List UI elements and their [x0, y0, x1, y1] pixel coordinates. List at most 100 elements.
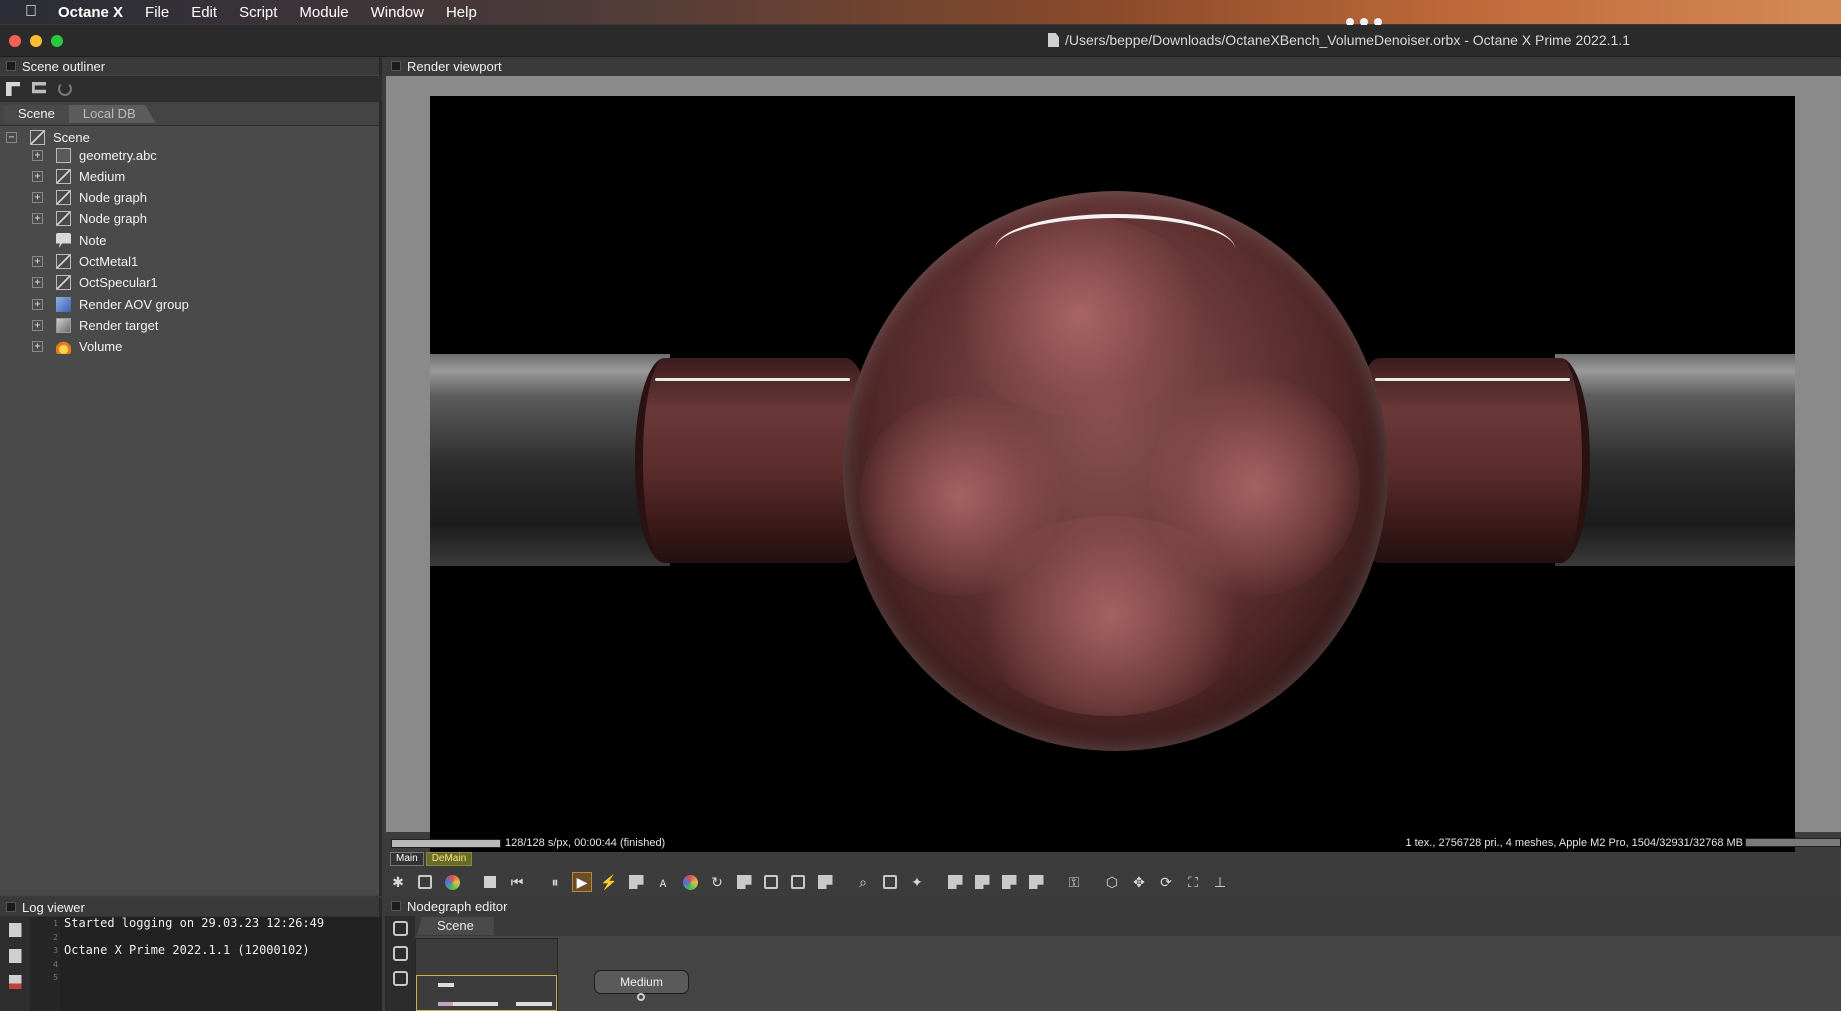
- save-render-icon[interactable]: [972, 872, 992, 892]
- zoom-window-button[interactable]: [51, 35, 63, 47]
- menu-app-name[interactable]: Octane X: [58, 4, 123, 21]
- pick-region-icon[interactable]: [788, 872, 808, 892]
- menu-module[interactable]: Module: [299, 4, 348, 21]
- log-text[interactable]: Started logging on 29.03.23 12:26:49 Oct…: [64, 916, 324, 985]
- tree-item-node-graph-2[interactable]: + Node graph: [32, 208, 147, 229]
- render-pipe-left: [430, 354, 670, 566]
- minimize-window-button[interactable]: [30, 35, 42, 47]
- afi-icon[interactable]: ᴀ: [653, 872, 673, 892]
- expand-icon[interactable]: +: [32, 256, 43, 267]
- clear-log-icon[interactable]: [8, 975, 22, 989]
- add-node-icon[interactable]: [392, 946, 408, 961]
- export-passes-icon[interactable]: [999, 872, 1019, 892]
- pick-object-icon[interactable]: [761, 872, 781, 892]
- collapse-icon[interactable]: −: [6, 132, 17, 143]
- axis-gizmo-icon[interactable]: ⊥: [1210, 872, 1230, 892]
- move-icon[interactable]: ✥: [1129, 872, 1149, 892]
- line-number: 5: [53, 973, 58, 982]
- tree-item-medium[interactable]: + Medium: [32, 166, 125, 187]
- menu-script[interactable]: Script: [239, 4, 277, 21]
- background-image-icon[interactable]: [1026, 872, 1046, 892]
- collapse-all-icon[interactable]: [32, 82, 46, 94]
- nodegraph-tab-scene[interactable]: Scene: [417, 917, 494, 935]
- display-icon[interactable]: [626, 872, 646, 892]
- expand-icon[interactable]: +: [32, 192, 43, 203]
- render-progress-fill: [392, 839, 500, 847]
- viewport-resolution-icon[interactable]: [880, 872, 900, 892]
- tree-item-render-target[interactable]: + Render target: [32, 315, 159, 336]
- expand-icon[interactable]: +: [32, 150, 43, 161]
- menu-edit[interactable]: Edit: [191, 4, 217, 21]
- expand-icon[interactable]: +: [32, 299, 43, 310]
- panel-handle-icon[interactable]: [6, 61, 16, 71]
- tree-item-render-aov-group[interactable]: + Render AOV group: [32, 294, 189, 315]
- tree-item-note[interactable]: Note: [32, 230, 106, 251]
- tree-item-octspecular1[interactable]: + OctSpecular1: [32, 272, 158, 293]
- settings-gear-icon[interactable]: ✱: [388, 872, 408, 892]
- expand-icon[interactable]: +: [32, 277, 43, 288]
- arrange-nodes-icon[interactable]: [392, 971, 408, 986]
- tree-item-volume[interactable]: + Volume: [32, 336, 122, 357]
- restart-render-button[interactable]: ⏮: [507, 872, 527, 892]
- copy-render-icon[interactable]: [945, 872, 965, 892]
- render-highlight: [655, 378, 850, 381]
- minimap-node: [438, 983, 454, 987]
- cube-view-icon[interactable]: ⬡: [1102, 872, 1122, 892]
- expand-icon[interactable]: +: [32, 171, 43, 182]
- zoom-icon[interactable]: ⌕: [853, 872, 873, 892]
- apple-menu-icon[interactable]: : [20, 3, 42, 21]
- node-settings-icon[interactable]: [392, 921, 408, 936]
- tree-item-label: OctSpecular1: [79, 275, 158, 290]
- expand-icon[interactable]: +: [32, 320, 43, 331]
- tree-item-label: Node graph: [79, 190, 147, 205]
- render-image[interactable]: [430, 96, 1795, 852]
- nodegraph-canvas[interactable]: Medium: [415, 936, 1841, 1011]
- nodegraph-toolbar: [385, 916, 415, 1011]
- lightning-icon[interactable]: ⚡: [599, 872, 619, 892]
- scene-outliner-title: Scene outliner: [22, 58, 106, 74]
- color-wheel-icon[interactable]: [680, 872, 700, 892]
- region-icon[interactable]: [415, 872, 435, 892]
- tree-item-octmetal1[interactable]: + OctMetal1: [32, 251, 138, 272]
- viewport-canvas[interactable]: [386, 76, 1841, 852]
- expand-icon[interactable]: +: [32, 213, 43, 224]
- render-status-bar: 128/128 s/px, 00:00:44 (finished) 1 tex.…: [386, 834, 1841, 852]
- tree-item-label: Node graph: [79, 211, 147, 226]
- nodegraph-editor-panel: Nodegraph editor Scene Medium: [385, 897, 1841, 1011]
- fullscreen-icon[interactable]: ⛶: [1183, 872, 1203, 892]
- node-medium[interactable]: Medium: [594, 970, 689, 994]
- expand-icon[interactable]: +: [32, 341, 43, 352]
- start-render-button[interactable]: ▶: [572, 872, 592, 892]
- mode-main-button[interactable]: Main: [390, 852, 424, 866]
- tab-scene[interactable]: Scene: [4, 105, 69, 123]
- panel-handle-icon[interactable]: [6, 902, 16, 912]
- log-line-numbers: 1 2 3 4 5: [30, 917, 60, 1011]
- save-log-icon[interactable]: [8, 923, 22, 937]
- tree-item-geometry[interactable]: + geometry.abc: [32, 145, 157, 166]
- menu-file[interactable]: File: [145, 4, 169, 21]
- render-viewport-header: Render viewport: [385, 57, 1841, 75]
- lock-viewport-icon[interactable]: ✦: [907, 872, 927, 892]
- expand-all-icon[interactable]: [6, 82, 20, 96]
- tab-local-db[interactable]: Local DB: [68, 105, 156, 123]
- mode-demain-button[interactable]: DeMain: [425, 852, 473, 866]
- color-cube-icon[interactable]: [442, 872, 462, 892]
- node-output-pin[interactable]: [637, 993, 645, 1001]
- panel-handle-icon[interactable]: [391, 901, 401, 911]
- panel-handle-icon[interactable]: [391, 61, 401, 71]
- rotate-icon[interactable]: ⟳: [1156, 872, 1176, 892]
- clay-mode-icon[interactable]: [815, 872, 835, 892]
- close-window-button[interactable]: [9, 35, 21, 47]
- render-sphere-highlight: [995, 214, 1235, 284]
- refresh-icon[interactable]: [58, 82, 72, 96]
- menu-window[interactable]: Window: [371, 4, 424, 21]
- tree-item-node-graph-1[interactable]: + Node graph: [32, 187, 147, 208]
- menu-help[interactable]: Help: [446, 4, 477, 21]
- copy-log-icon[interactable]: [8, 949, 22, 963]
- pick-material-icon[interactable]: [734, 872, 754, 892]
- pause-render-button[interactable]: ⏸: [545, 872, 565, 892]
- nodegraph-minimap[interactable]: [415, 938, 558, 1011]
- refresh-object-icon[interactable]: ↻: [707, 872, 727, 892]
- lock-icon[interactable]: ⚿: [1064, 872, 1084, 892]
- stop-render-button[interactable]: [480, 872, 500, 892]
